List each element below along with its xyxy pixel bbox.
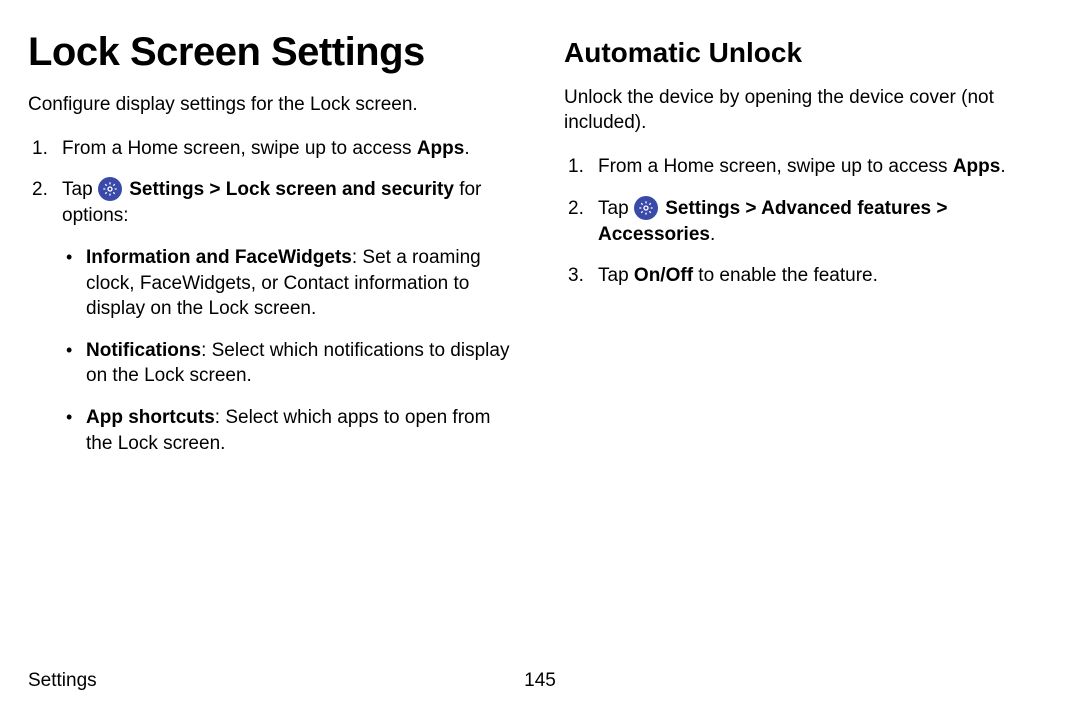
step-3: Tap On/Off to enable the feature. bbox=[564, 263, 1052, 289]
right-column: Automatic Unlock Unlock the device by op… bbox=[564, 30, 1052, 472]
step-text: Tap bbox=[598, 265, 634, 286]
steps-list: From a Home screen, swipe up to access A… bbox=[28, 136, 516, 457]
option-name: App shortcuts bbox=[86, 407, 215, 428]
step-2: Tap Settings > Advanced features > Acces… bbox=[564, 196, 1052, 248]
step-1: From a Home screen, swipe up to access A… bbox=[564, 154, 1052, 180]
page-footer: Settings 145 bbox=[28, 670, 1052, 692]
steps-list: From a Home screen, swipe up to access A… bbox=[564, 154, 1052, 289]
step-text: . bbox=[1000, 156, 1005, 177]
step-text: to enable the feature. bbox=[693, 265, 878, 286]
step-bold: Settings > Lock screen and security bbox=[129, 179, 454, 200]
page-title: Lock Screen Settings bbox=[28, 30, 516, 74]
intro-text: Unlock the device by opening the device … bbox=[564, 85, 1052, 136]
list-item: Notifications: Select which notification… bbox=[62, 338, 516, 389]
step-text: . bbox=[710, 224, 715, 245]
settings-icon bbox=[98, 177, 122, 201]
footer-section: Settings bbox=[28, 670, 97, 692]
step-text: From a Home screen, swipe up to access bbox=[598, 156, 953, 177]
settings-icon bbox=[634, 196, 658, 220]
step-2: Tap Settings > Lock screen and security … bbox=[28, 177, 516, 456]
options-list: Information and FaceWidgets: Set a roami… bbox=[62, 245, 516, 456]
step-bold: Apps bbox=[417, 138, 465, 159]
option-name: Information and FaceWidgets bbox=[86, 247, 352, 268]
option-name: Notifications bbox=[86, 340, 201, 361]
step-text: From a Home screen, swipe up to access bbox=[62, 138, 417, 159]
left-column: Lock Screen Settings Configure display s… bbox=[28, 30, 516, 472]
footer-page-number: 145 bbox=[524, 670, 556, 692]
list-item: Information and FaceWidgets: Set a roami… bbox=[62, 245, 516, 322]
step-text: Tap bbox=[598, 198, 634, 219]
step-text: Tap bbox=[62, 179, 98, 200]
list-item: App shortcuts: Select which apps to open… bbox=[62, 405, 516, 456]
step-bold: On/Off bbox=[634, 265, 693, 286]
step-1: From a Home screen, swipe up to access A… bbox=[28, 136, 516, 162]
section-title: Automatic Unlock bbox=[564, 38, 1052, 69]
intro-text: Configure display settings for the Lock … bbox=[28, 92, 516, 118]
step-bold: Apps bbox=[953, 156, 1001, 177]
step-text: . bbox=[464, 138, 469, 159]
